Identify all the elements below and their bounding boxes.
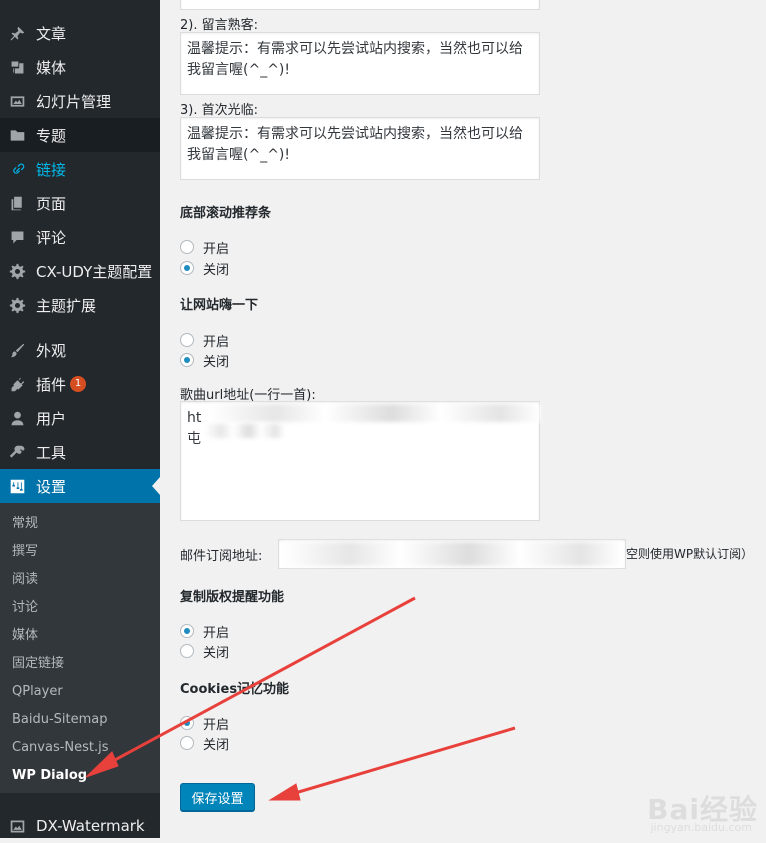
slides-icon (8, 92, 26, 110)
watermark-url: jingyan.baidu.com (650, 821, 752, 834)
fun-off-radio[interactable]: 关闭 (180, 351, 230, 370)
submenu-qplayer[interactable]: QPlayer (12, 682, 63, 702)
cookies-title: Cookies记忆功能 (180, 682, 290, 697)
radio-label: 开启 (203, 241, 230, 257)
radio-label: 关闭 (203, 737, 230, 753)
greeting3-label: 3). 首次光临: (180, 103, 258, 118)
folder-icon (8, 126, 26, 144)
greeting2-label: 2). 留言熟客: (180, 18, 258, 33)
submenu-media[interactable]: 媒体 (12, 626, 38, 646)
sidebar-item-topics[interactable]: 专题 (0, 118, 160, 152)
wrench-icon (8, 443, 26, 461)
redacted-overlay (205, 424, 285, 438)
redacted-overlay (282, 542, 622, 566)
radio-button[interactable] (180, 353, 194, 367)
gear-icon (8, 262, 26, 280)
submenu-wp-dialog[interactable]: WP Dialog (12, 766, 87, 786)
submenu-general[interactable]: 常规 (12, 514, 38, 534)
comment-icon (8, 228, 26, 246)
save-settings-button[interactable]: 保存设置 (180, 783, 255, 811)
radio-button[interactable] (180, 240, 194, 254)
sidebar-item-theme-ext[interactable]: 主题扩展 (0, 288, 160, 322)
copy-off-radio[interactable]: 关闭 (180, 642, 230, 661)
sidebar-item-media[interactable]: 媒体 (0, 50, 160, 84)
radio-button[interactable] (180, 624, 194, 638)
scroll-recommend-title: 底部滚动推荐条 (180, 206, 272, 221)
sidebar-item-plugins[interactable]: 插件 1 (0, 367, 160, 401)
sidebar-item-label: 工具 (36, 443, 67, 462)
submenu-baidu-sitemap[interactable]: Baidu-Sitemap (12, 710, 108, 730)
sidebar-item-label: 媒体 (36, 58, 67, 77)
sidebar-item-posts[interactable]: 文章 (0, 16, 160, 50)
sidebar-item-label: CX-UDY主题配置 (36, 262, 153, 281)
sidebar-item-label: 链接 (36, 160, 67, 179)
radio-label: 开启 (203, 625, 230, 641)
brush-icon (8, 341, 26, 359)
sidebar-item-links[interactable]: 链接 (0, 152, 160, 186)
admin-sidebar: 文章 媒体 幻灯片管理 专题 链接 页面 评论 CX-UDY主题配置 主题扩展 … (0, 0, 160, 838)
settings-submenu: 常规 撰写 阅读 讨论 媒体 固定链接 QPlayer Baidu-Sitema… (0, 503, 160, 793)
radio-label: 关闭 (203, 354, 230, 370)
sidebar-item-users[interactable]: 用户 (0, 401, 160, 435)
radio-label: 关闭 (203, 645, 230, 661)
cookies-off-radio[interactable]: 关闭 (180, 734, 230, 753)
link-icon (8, 160, 26, 178)
image-icon (8, 817, 26, 835)
sidebar-item-cx-udy[interactable]: CX-UDY主题配置 (0, 254, 160, 288)
plugin-icon (8, 375, 26, 393)
radio-button[interactable] (180, 736, 194, 750)
copy-on-radio[interactable]: 开启 (180, 622, 230, 641)
sidebar-item-label: 页面 (36, 194, 67, 213)
sidebar-item-pages[interactable]: 页面 (0, 186, 160, 220)
scroll-off-radio[interactable]: 关闭 (180, 259, 230, 278)
mail-hint: 空则使用WP默认订阅） (626, 547, 754, 561)
gear-icon (8, 296, 26, 314)
sidebar-item-label: 插件 (36, 375, 67, 394)
redacted-overlay (210, 404, 540, 422)
sidebar-item-label: 用户 (36, 409, 67, 428)
user-icon (8, 409, 26, 427)
sidebar-item-label: 专题 (36, 126, 67, 145)
radio-label: 开启 (203, 334, 230, 350)
radio-button[interactable] (180, 261, 194, 275)
sidebar-item-tools[interactable]: 工具 (0, 435, 160, 469)
sidebar-item-label: DX-Watermark (36, 817, 145, 835)
greeting2-textarea[interactable]: 温馨提示：有需求可以先尝试站内搜索，当然也可以给我留言喔(^_^)! (180, 32, 540, 95)
scroll-on-radio[interactable]: 开启 (180, 238, 230, 257)
sidebar-item-settings[interactable]: 设置 (0, 469, 160, 503)
settings-form: 2). 留言熟客: 温馨提示：有需求可以先尝试站内搜索，当然也可以给我留言喔(^… (160, 0, 766, 838)
sidebar-item-label: 文章 (36, 24, 67, 43)
sidebar-item-label: 评论 (36, 228, 67, 247)
sidebar-item-comments[interactable]: 评论 (0, 220, 160, 254)
fun-on-radio[interactable]: 开启 (180, 331, 230, 350)
submenu-canvas-nest[interactable]: Canvas-Nest.js (12, 738, 109, 758)
radio-button[interactable] (180, 333, 194, 347)
submenu-reading[interactable]: 阅读 (12, 570, 38, 590)
page-icon (8, 194, 26, 212)
update-count-badge: 1 (70, 376, 87, 392)
submenu-writing[interactable]: 撰写 (12, 542, 38, 562)
sidebar-item-label: 幻灯片管理 (36, 92, 112, 111)
sidebar-item-label: 外观 (36, 341, 67, 360)
media-icon (8, 58, 26, 76)
pin-icon (8, 24, 26, 42)
sidebar-item-slides[interactable]: 幻灯片管理 (0, 84, 160, 118)
cookies-on-radio[interactable]: 开启 (180, 714, 230, 733)
submenu-discussion[interactable]: 讨论 (12, 598, 38, 618)
radio-button[interactable] (180, 716, 194, 730)
greeting3-textarea[interactable]: 温馨提示：有需求可以先尝试站内搜索，当然也可以给我留言喔(^_^)! (180, 117, 540, 180)
sidebar-item-label: 设置 (36, 477, 67, 496)
settings-icon (8, 477, 26, 495)
submenu-permalinks[interactable]: 固定链接 (12, 654, 64, 674)
greeting1-textarea[interactable] (180, 0, 540, 10)
sidebar-item-label: 主题扩展 (36, 296, 97, 315)
fun-title: 让网站嗨一下 (180, 298, 259, 313)
radio-label: 开启 (203, 717, 230, 733)
radio-button[interactable] (180, 644, 194, 658)
copy-notice-title: 复制版权提醒功能 (180, 590, 285, 605)
mail-label: 邮件订阅地址: (180, 549, 263, 564)
sidebar-item-appearance[interactable]: 外观 (0, 333, 160, 367)
radio-label: 关闭 (203, 262, 230, 278)
current-menu-pointer (152, 477, 160, 495)
